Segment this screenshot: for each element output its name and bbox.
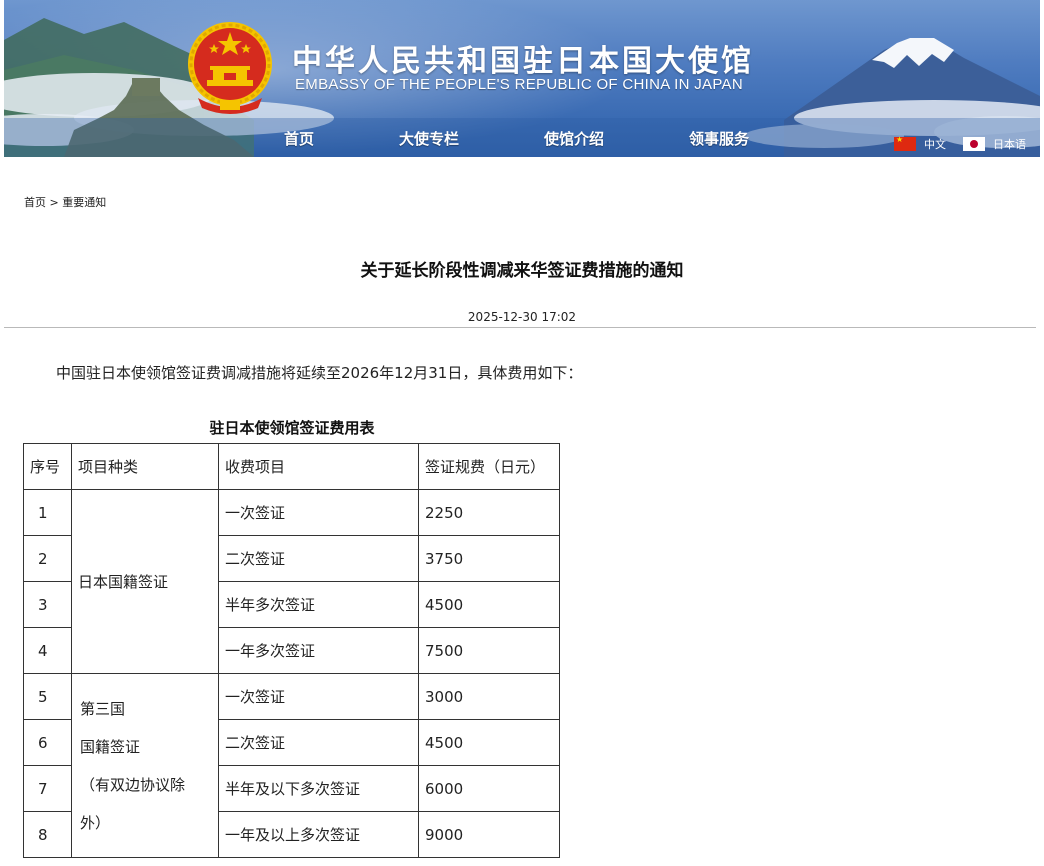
lang-switch-chinese[interactable]: 中文 xyxy=(894,135,946,152)
fee-amount: 7500 xyxy=(418,627,560,674)
japan-flag-icon xyxy=(963,137,985,151)
nav-home[interactable]: 首页 xyxy=(284,128,314,149)
row-number: 1 xyxy=(23,489,72,536)
breadcrumb-current-link[interactable]: 重要通知 xyxy=(62,196,106,209)
fee-item: 一年及以上多次签证 xyxy=(218,811,419,858)
lang-label-chinese: 中文 xyxy=(924,138,946,151)
fee-amount: 2250 xyxy=(418,489,560,536)
fee-amount: 9000 xyxy=(418,811,560,858)
fee-item: 半年及以下多次签证 xyxy=(218,765,419,812)
wall-tower xyxy=(132,78,160,96)
category-third-country-nationals: 第三国 国籍签证 （有双边协议除 外） xyxy=(71,673,219,858)
fee-amount: 4500 xyxy=(418,719,560,766)
category-label-line: 外） xyxy=(80,813,111,832)
national-emblem-icon xyxy=(188,22,272,114)
header-cell-fee: 签证规费（日元） xyxy=(418,443,560,490)
table-row: 5 第三国 国籍签证 （有双边协议除 外） 一次签证 3000 xyxy=(23,673,560,858)
fee-item: 二次签证 xyxy=(218,719,419,766)
category-japanese-nationals: 日本国籍签证 xyxy=(71,489,219,674)
breadcrumb-separator: > xyxy=(49,196,59,209)
fee-amount: 3750 xyxy=(418,535,560,582)
china-flag-icon xyxy=(894,135,916,151)
fee-table-caption: 驻日本使领馆签证费用表 xyxy=(209,419,375,437)
fee-item: 一次签证 xyxy=(218,673,419,720)
fee-amount: 6000 xyxy=(418,765,560,812)
breadcrumb: 首页 > 重要通知 xyxy=(24,194,106,210)
visa-fee-table: 序号 项目种类 收费项目 签证规费（日元） 1 日本国籍签证 一次签证 2250… xyxy=(23,443,560,858)
row-number: 8 xyxy=(23,811,72,858)
fee-item: 一次签证 xyxy=(218,489,419,536)
fee-amount: 4500 xyxy=(418,581,560,628)
fee-item: 二次签证 xyxy=(218,535,419,582)
site-subtitle: EMBASSY OF THE PEOPLE'S REPUBLIC OF CHIN… xyxy=(295,76,743,93)
category-label: 日本国籍签证 xyxy=(78,573,169,591)
fee-item: 半年多次签证 xyxy=(218,581,419,628)
row-number: 7 xyxy=(23,765,72,812)
header-cell-category: 项目种类 xyxy=(71,443,219,490)
category-label-line: （有双边协议除 xyxy=(80,775,186,794)
title-divider xyxy=(4,327,1036,328)
row-number: 4 xyxy=(23,627,72,674)
table-header-row: 序号 项目种类 收费项目 签证规费（日元） xyxy=(23,443,560,490)
lang-label-japanese: 日本语 xyxy=(993,138,1026,151)
row-number: 6 xyxy=(23,719,72,766)
site-header-banner: 中华人民共和国驻日本国大使馆 EMBASSY OF THE PEOPLE'S R… xyxy=(4,0,1040,157)
category-label-line: 第三国 xyxy=(80,699,126,718)
article-intro: 中国驻日本使领馆签证费调减措施将延续至2026年12月31日，具体费用如下： xyxy=(56,364,583,382)
fee-item: 一年多次签证 xyxy=(218,627,419,674)
nav-consular-services[interactable]: 领事服务 xyxy=(689,128,749,149)
row-number: 2 xyxy=(23,535,72,582)
row-number: 5 xyxy=(23,673,72,720)
breadcrumb-home-link[interactable]: 首页 xyxy=(24,196,46,209)
nav-band xyxy=(4,118,1040,157)
table-row: 1 日本国籍签证 一次签证 2250 xyxy=(23,489,560,674)
site-title: 中华人民共和国驻日本国大使馆 xyxy=(292,44,754,79)
article-date: 2025-12-30 17:02 xyxy=(467,310,577,324)
fee-amount: 3000 xyxy=(418,673,560,720)
nav-embassy-intro[interactable]: 使馆介绍 xyxy=(544,128,604,149)
header-cell-no: 序号 xyxy=(23,443,72,490)
lang-switch-japanese[interactable]: 日本语 xyxy=(963,136,1026,152)
header-cell-item: 收费项目 xyxy=(218,443,419,490)
category-label-line: 国籍签证 xyxy=(80,737,141,756)
nav-ambassador-column[interactable]: 大使专栏 xyxy=(399,128,459,149)
row-number: 3 xyxy=(23,581,72,628)
article-title: 关于延长阶段性调减来华签证费措施的通知 xyxy=(360,261,684,281)
